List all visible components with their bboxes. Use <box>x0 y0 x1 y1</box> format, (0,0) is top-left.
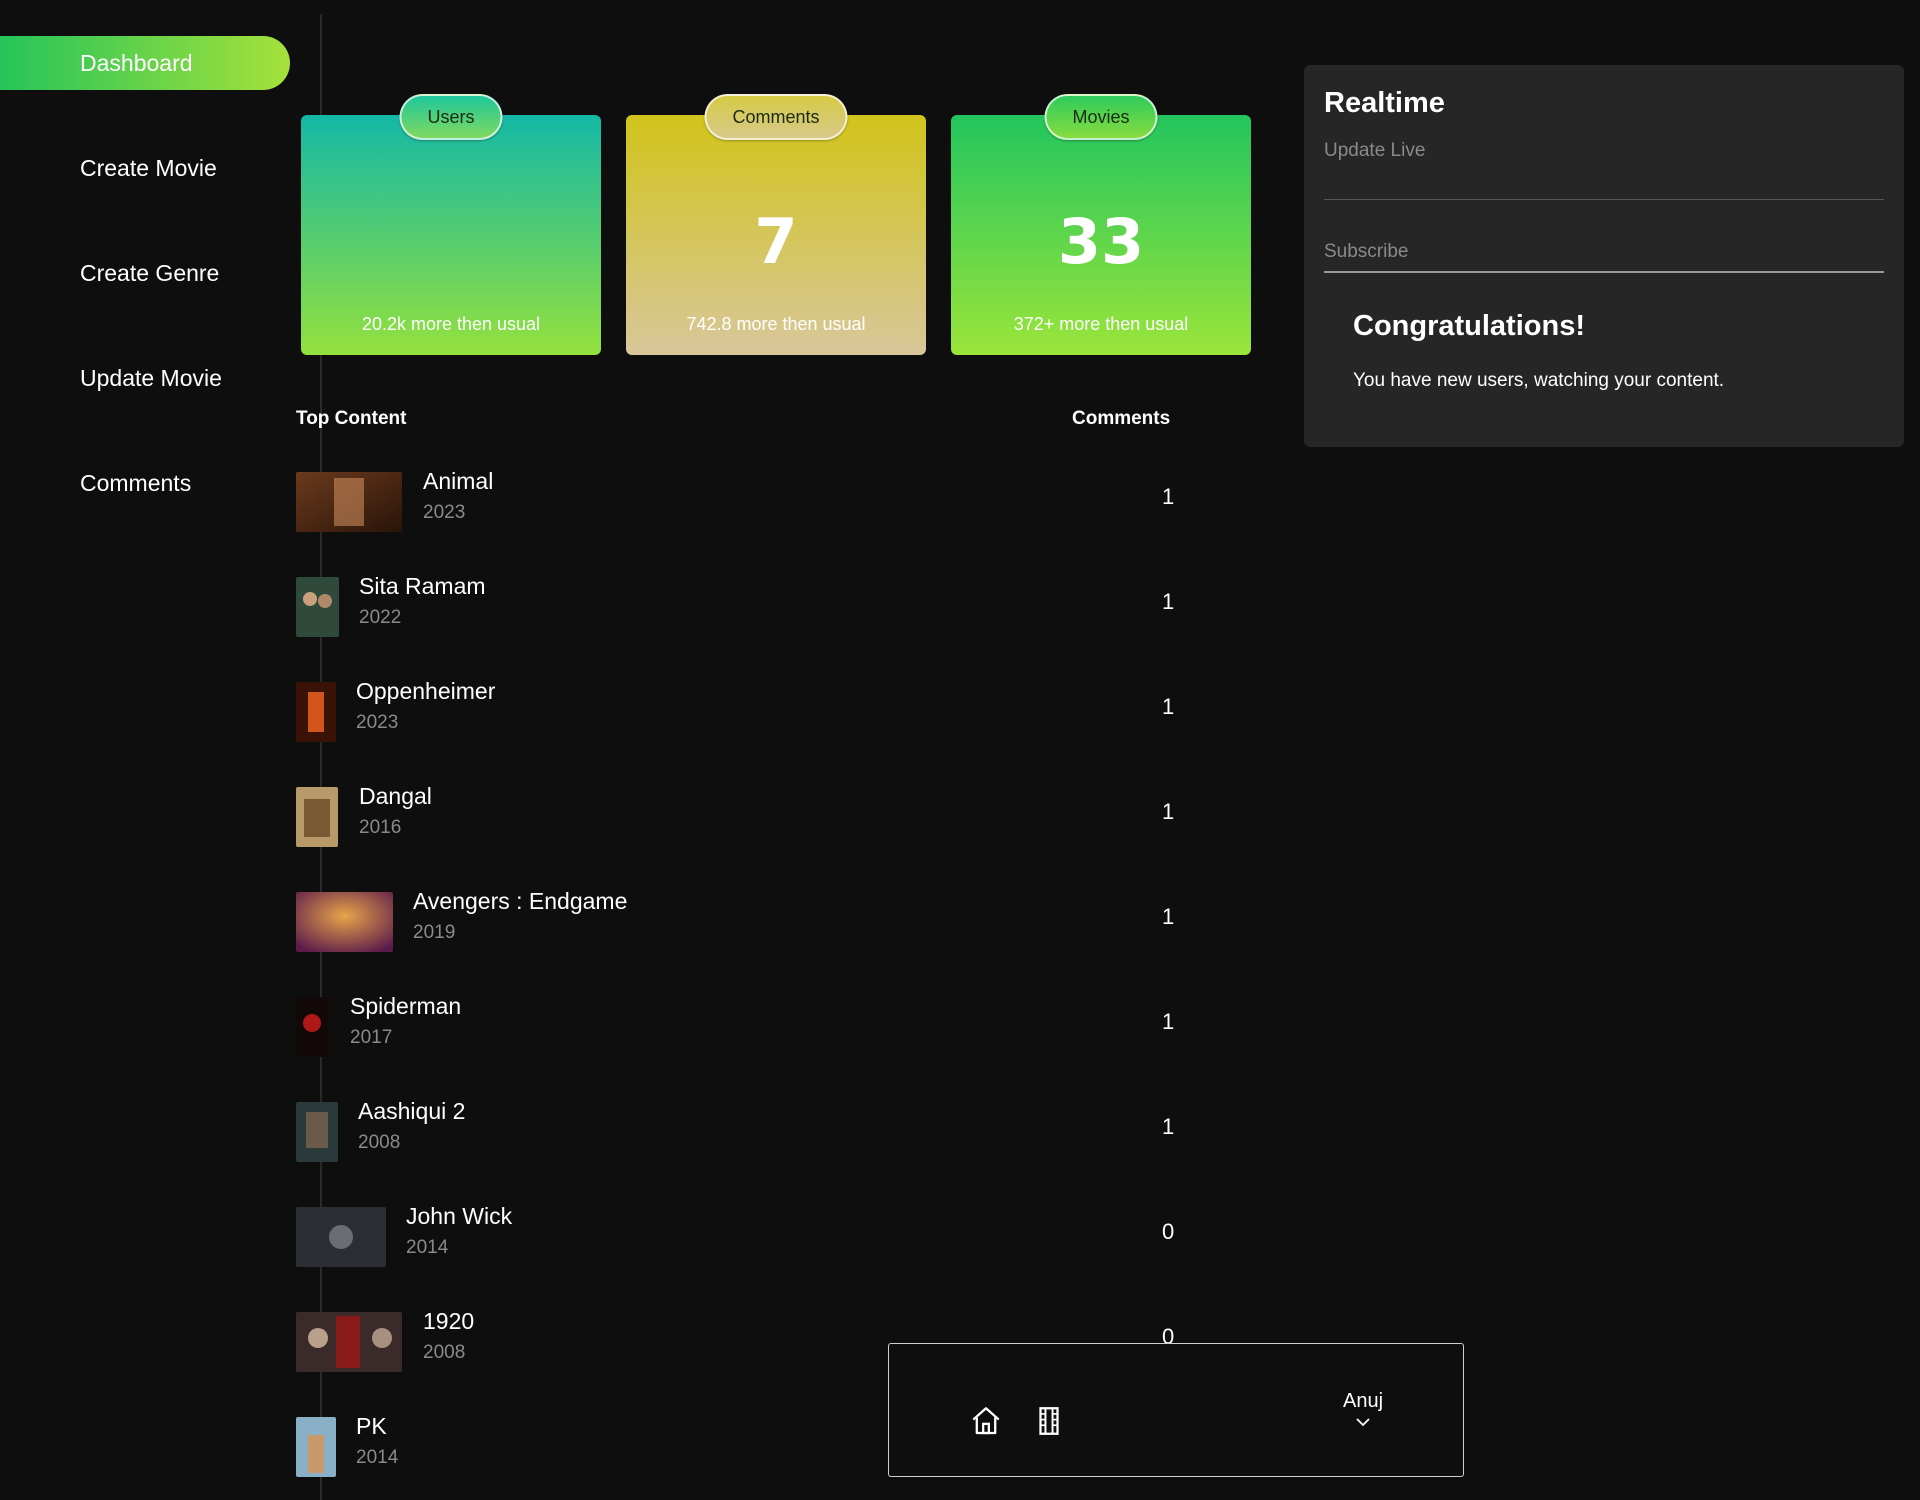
sidebar: Dashboard Create Movie Create Genre Upda… <box>0 0 320 1500</box>
realtime-title: Realtime <box>1324 87 1445 119</box>
list-item[interactable]: Dangal 2016 1 <box>296 783 1196 855</box>
users-note: 20.2k more then usual <box>361 314 541 334</box>
congrats-title: Congratulations! <box>1353 310 1585 342</box>
movie-poster <box>296 682 336 742</box>
users-stat-card: Users 20.2k more then usual <box>301 94 601 355</box>
movie-year: 2019 <box>413 922 456 943</box>
sidebar-item-label: Update Movie <box>80 364 222 391</box>
chevron-down-icon <box>1356 1418 1370 1427</box>
movie-title: Aashiqui 2 <box>358 1098 466 1124</box>
list-item[interactable]: Aashiqui 2 2008 1 <box>296 1098 1196 1170</box>
movie-year: 2022 <box>359 607 402 628</box>
movie-comment-count: 1 <box>1162 694 1175 719</box>
movie-poster <box>296 787 338 847</box>
list-item[interactable]: Sita Ramam 2022 1 <box>296 573 1196 645</box>
movie-comment-count: 1 <box>1162 589 1175 614</box>
movie-year: 2016 <box>359 817 402 838</box>
sidebar-item-comments[interactable]: Comments <box>0 456 290 510</box>
movie-poster <box>296 1102 338 1162</box>
realtime-panel: Realtime Update Live Congratulations! Yo… <box>1304 65 1904 447</box>
movie-poster <box>296 1207 386 1267</box>
movie-poster <box>296 892 393 952</box>
comments-stat-card: Comments 7 742.8 more then usual <box>626 94 926 355</box>
movie-year: 2008 <box>423 1342 466 1363</box>
movie-title: Sita Ramam <box>359 573 486 599</box>
sidebar-item-create-movie[interactable]: Create Movie <box>0 141 290 195</box>
sidebar-item-create-genre[interactable]: Create Genre <box>0 246 290 300</box>
sidebar-item-update-movie[interactable]: Update Movie <box>0 351 290 405</box>
movie-comment-count: 0 <box>1162 1219 1175 1244</box>
comments-note: 742.8 more then usual <box>686 314 866 334</box>
sidebar-item-label: Comments <box>80 469 192 496</box>
divider <box>1324 199 1884 200</box>
movie-year: 2008 <box>358 1132 401 1153</box>
movie-comment-count: 1 <box>1162 799 1175 824</box>
home-icon[interactable] <box>969 1404 1003 1438</box>
movie-title: Dangal <box>359 783 432 809</box>
movie-comment-count: 1 <box>1162 1114 1175 1139</box>
movie-title: PK <box>356 1413 387 1439</box>
sidebar-item-label: Create Movie <box>80 154 217 181</box>
sidebar-item-label: Dashboard <box>80 49 193 76</box>
dashboard-page: Dashboard Create Movie Create Genre Upda… <box>0 0 1920 1500</box>
comments-value: 7 <box>754 205 798 278</box>
list-item[interactable]: Spiderman 2017 1 <box>296 993 1196 1065</box>
movie-title: Oppenheimer <box>356 678 496 704</box>
movie-year: 2023 <box>423 502 466 523</box>
movie-poster <box>296 997 329 1057</box>
movie-title: Avengers : Endgame <box>413 888 628 914</box>
movie-comment-count: 1 <box>1162 1009 1175 1034</box>
movie-year: 2023 <box>356 712 399 733</box>
comments-tag: Comments <box>704 94 848 140</box>
movie-year: 2014 <box>356 1447 399 1468</box>
list-item[interactable]: Oppenheimer 2023 1 <box>296 678 1196 750</box>
users-tag: Users <box>399 94 503 140</box>
movie-comment-count: 1 <box>1162 484 1175 509</box>
user-name: Anuj <box>1343 1390 1384 1412</box>
user-menu[interactable]: Anuj <box>1343 1390 1383 1427</box>
bottom-nav-bar: Anuj <box>888 1343 1464 1477</box>
top-content-header: Top Content <box>296 408 407 429</box>
list-item[interactable]: John Wick 2014 0 <box>296 1203 1196 1275</box>
movie-year: 2014 <box>406 1237 449 1258</box>
movies-note: 372+ more then usual <box>1013 314 1189 334</box>
movie-title: Animal <box>423 468 494 494</box>
movie-poster <box>296 1417 336 1477</box>
movies-tag: Movies <box>1044 94 1158 140</box>
sidebar-item-dashboard[interactable]: Dashboard <box>0 36 290 90</box>
movie-year: 2017 <box>350 1027 393 1048</box>
congrats-message: You have new users, watching your conten… <box>1353 370 1725 391</box>
movies-stat-card: Movies 33 372+ more then usual <box>951 94 1251 355</box>
movie-poster <box>296 1312 402 1372</box>
comments-column-header: Comments <box>1072 408 1171 429</box>
movie-poster <box>296 472 402 532</box>
subscribe-input[interactable] <box>1324 233 1884 273</box>
movies-value: 33 <box>1057 205 1145 278</box>
movie-title: Spiderman <box>350 993 462 1019</box>
movie-comment-count: 1 <box>1162 904 1175 929</box>
movie-title: John Wick <box>406 1203 513 1229</box>
film-icon[interactable] <box>1032 1404 1066 1438</box>
list-item[interactable]: Avengers : Endgame 2019 1 <box>296 888 1196 960</box>
list-item[interactable]: Animal 2023 1 <box>296 468 1196 540</box>
movie-poster <box>296 577 339 637</box>
realtime-subtitle: Update Live <box>1324 140 1426 161</box>
sidebar-item-label: Create Genre <box>80 259 220 286</box>
movie-title: 1920 <box>423 1308 475 1334</box>
